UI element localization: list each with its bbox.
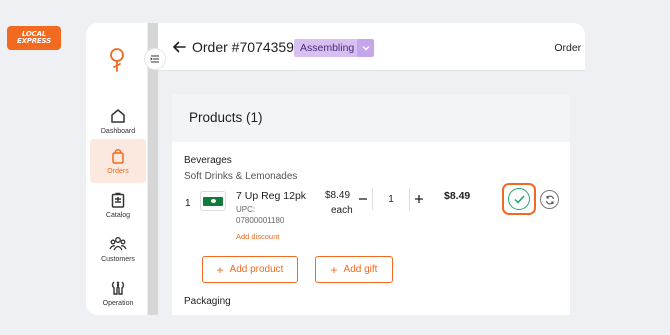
users-icon (109, 237, 127, 251)
add-gift-label: Add gift (343, 264, 378, 275)
status-dropdown-button[interactable] (357, 39, 374, 57)
packaging-section-title: Packaging (184, 296, 231, 307)
local-express-logo: LOCAL EXPRESS (7, 26, 61, 50)
product-thumbnail (200, 191, 226, 211)
line-total: $8.49 (444, 190, 471, 202)
home-icon (111, 109, 125, 123)
check-icon (513, 194, 525, 204)
page-title: Order #7074359 (192, 39, 294, 55)
app-brand-icon[interactable] (107, 47, 127, 73)
replace-item-button[interactable] (540, 190, 559, 209)
product-upc-value: 07800001180 (236, 216, 285, 225)
sidebar-item-label: Dashboard (100, 128, 136, 135)
sidebar-item-customers[interactable]: Customers (90, 227, 146, 271)
quantity-stepper: 1 (354, 188, 428, 210)
app-window: Dashboard Orders Catalog Customers Opera… (86, 23, 585, 315)
sidebar-item-operation[interactable]: Operation (90, 271, 146, 315)
collapse-sidebar-button[interactable] (144, 48, 166, 70)
product-name: 7 Up Reg 12pk (236, 190, 307, 202)
back-arrow-icon[interactable] (172, 41, 186, 53)
logo-line2: EXPRESS (17, 37, 51, 45)
order-header-right-text: Order I (554, 42, 585, 54)
sidebar-item-orders[interactable]: Orders (90, 139, 146, 183)
products-card-header: Products (1) (172, 94, 570, 142)
product-upc-label: UPC: (236, 205, 256, 214)
add-discount-link[interactable]: Add discount (236, 232, 279, 241)
chevron-down-icon (362, 46, 369, 51)
plus-icon: + (216, 262, 224, 277)
sidebar-item-label: Operation (102, 300, 134, 307)
bag-icon (112, 149, 124, 164)
confirm-item-button[interactable] (502, 183, 536, 215)
quantity-input[interactable]: 1 (372, 188, 410, 210)
unit-price-suffix: each (331, 205, 353, 216)
plus-icon (415, 195, 423, 203)
list-indent-icon (150, 55, 159, 63)
category-label: Beverages (184, 155, 232, 166)
wrench-icon (111, 281, 125, 295)
products-card: Products (1) Beverages Soft Drinks & Lem… (172, 94, 570, 315)
sidebar-item-label: Orders (107, 168, 129, 175)
status-badge[interactable]: Assembling (294, 39, 361, 57)
main-content: Order #7074359 Assembling Order I Produc… (158, 23, 585, 315)
add-product-button[interactable]: + Add product (202, 256, 298, 283)
minus-icon (359, 198, 367, 200)
unit-price: $8.49 (325, 190, 351, 201)
sidebar-item-label: Customers (101, 256, 135, 263)
add-product-label: Add product (229, 264, 284, 275)
products-title: Products (1) (189, 110, 263, 125)
add-gift-button[interactable]: + Add gift (315, 256, 393, 283)
decrement-button[interactable] (354, 190, 372, 208)
sidebar-item-label: Catalog (105, 212, 131, 219)
clipboard-icon (111, 192, 125, 208)
sidebar-item-catalog[interactable]: Catalog (90, 183, 146, 227)
sidebar-item-dashboard[interactable]: Dashboard (90, 99, 146, 143)
sidebar: Dashboard Orders Catalog Customers Opera… (86, 23, 148, 315)
plus-icon: + (330, 262, 338, 277)
order-header: Order #7074359 Assembling Order I (158, 23, 585, 71)
refresh-icon (545, 195, 554, 204)
increment-button[interactable] (410, 190, 428, 208)
product-row-index: 1 (185, 198, 191, 209)
subcategory-label: Soft Drinks & Lemonades (184, 171, 298, 182)
